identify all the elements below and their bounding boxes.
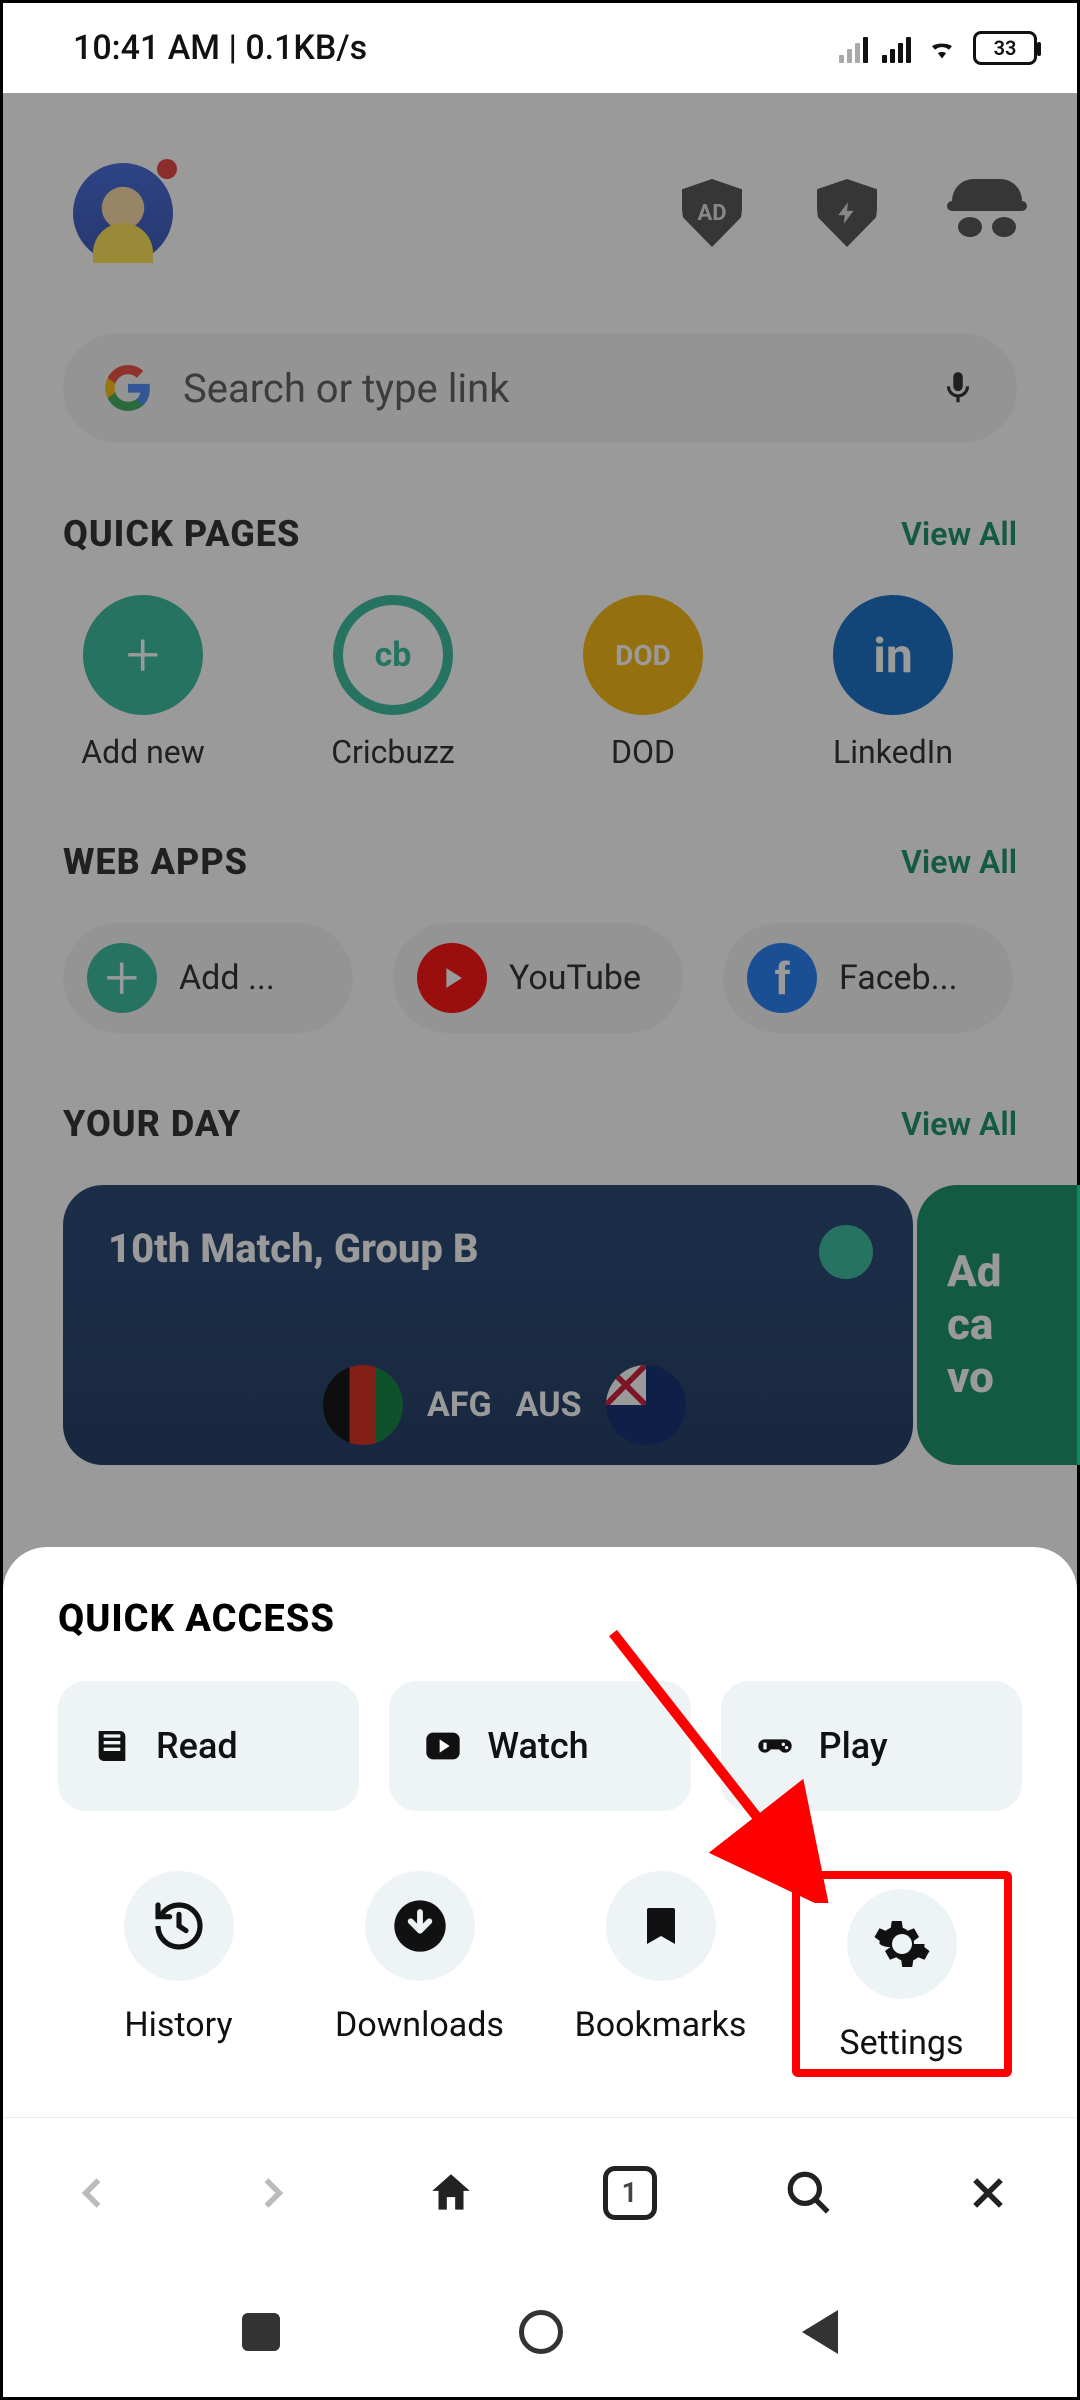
qa-history[interactable]: History [69, 1871, 289, 2077]
signal-2-icon [882, 33, 911, 63]
card-badge-icon [819, 1225, 873, 1279]
sys-home-button[interactable] [519, 2310, 563, 2354]
flag-aus-icon [606, 1365, 686, 1445]
quick-page-dod[interactable]: DOD DOD [563, 595, 723, 771]
flag-afg-icon [323, 1365, 403, 1445]
qa-watch[interactable]: Watch [389, 1681, 690, 1811]
read-icon [92, 1726, 132, 1766]
quick-page-add[interactable]: + Add new [63, 595, 223, 771]
history-icon [124, 1871, 234, 1981]
downloads-icon [365, 1871, 475, 1981]
your-day-view-all[interactable]: View All [901, 1105, 1017, 1143]
search-placeholder: Search or type link [183, 365, 909, 412]
status-right: 33 [839, 31, 1037, 65]
web-apps-title: WEB APPS [63, 841, 248, 883]
search-bar[interactable]: Search or type link [63, 333, 1017, 443]
play-icon [755, 1726, 795, 1766]
qa-downloads[interactable]: Downloads [310, 1871, 530, 2077]
ad-shield-icon: AD [697, 201, 726, 226]
qa-bookmarks[interactable]: Bookmarks [551, 1871, 771, 2077]
mic-icon[interactable] [939, 364, 977, 412]
nav-search-button[interactable] [779, 2163, 839, 2223]
nav-tabs-button[interactable]: 1 [600, 2163, 660, 2223]
linkedin-icon: in [873, 627, 913, 684]
qa-play[interactable]: Play [721, 1681, 1022, 1811]
qa-settings[interactable]: Settings [792, 1871, 1012, 2077]
wifi-icon [925, 34, 959, 62]
quick-pages-title: QUICK PAGES [63, 513, 300, 555]
status-time: 10:41 AM | 0.1KB/s [73, 28, 367, 68]
tab-count: 1 [622, 2176, 638, 2209]
dod-icon: DOD [615, 639, 671, 672]
team1: AFG [427, 1385, 492, 1425]
web-app-facebook[interactable]: f Faceb... [723, 923, 1013, 1033]
nav-forward-button[interactable] [242, 2163, 302, 2223]
quick-page-linkedin[interactable]: in LinkedIn [813, 595, 973, 771]
plus-icon: + [105, 948, 139, 1008]
youtube-icon [417, 943, 487, 1013]
bookmarks-icon [606, 1871, 716, 1981]
team2: AUS [516, 1385, 582, 1425]
quick-access-sheet: QUICK ACCESS Read Watch Play History [3, 1547, 1077, 2117]
incognito-button[interactable] [952, 179, 1022, 239]
quick-access-title: QUICK ACCESS [58, 1597, 1022, 1641]
sys-recent-button[interactable] [242, 2313, 280, 2351]
web-apps-view-all[interactable]: View All [901, 843, 1017, 881]
plus-icon: + [126, 625, 160, 685]
google-logo-icon [103, 363, 153, 413]
match-title: 10th Match, Group B [108, 1225, 868, 1272]
quick-page-cricbuzz[interactable]: cb Cricbuzz [313, 595, 473, 771]
bolt-icon [834, 196, 860, 230]
sys-back-button[interactable] [802, 2310, 838, 2354]
nav-back-button[interactable] [63, 2163, 123, 2223]
power-shield-button[interactable] [817, 179, 877, 247]
quick-pages-view-all[interactable]: View All [901, 515, 1017, 553]
settings-icon [847, 1889, 957, 1999]
adblock-button[interactable]: AD [682, 179, 742, 247]
cricbuzz-icon: cb [375, 635, 412, 675]
facebook-icon: f [747, 943, 817, 1013]
web-app-youtube[interactable]: YouTube [393, 923, 683, 1033]
notification-dot-icon [157, 159, 177, 179]
status-bar: 10:41 AM | 0.1KB/s 33 [3, 3, 1077, 93]
system-nav-bar [3, 2267, 1077, 2397]
watch-icon [423, 1726, 463, 1766]
nav-home-button[interactable] [421, 2163, 481, 2223]
your-day-title: YOUR DAY [63, 1103, 241, 1145]
nav-close-button[interactable] [958, 2163, 1018, 2223]
web-app-add[interactable]: + Add ... [63, 923, 353, 1033]
profile-avatar[interactable] [73, 163, 173, 263]
battery-icon: 33 [973, 31, 1037, 65]
qa-read[interactable]: Read [58, 1681, 359, 1811]
your-day-card-2[interactable]: Ad ca vo [917, 1185, 1080, 1465]
your-day-card-match[interactable]: 10th Match, Group B AFG AUS [63, 1185, 913, 1465]
browser-bottom-bar: 1 [3, 2117, 1077, 2267]
signal-1-icon [839, 33, 868, 63]
